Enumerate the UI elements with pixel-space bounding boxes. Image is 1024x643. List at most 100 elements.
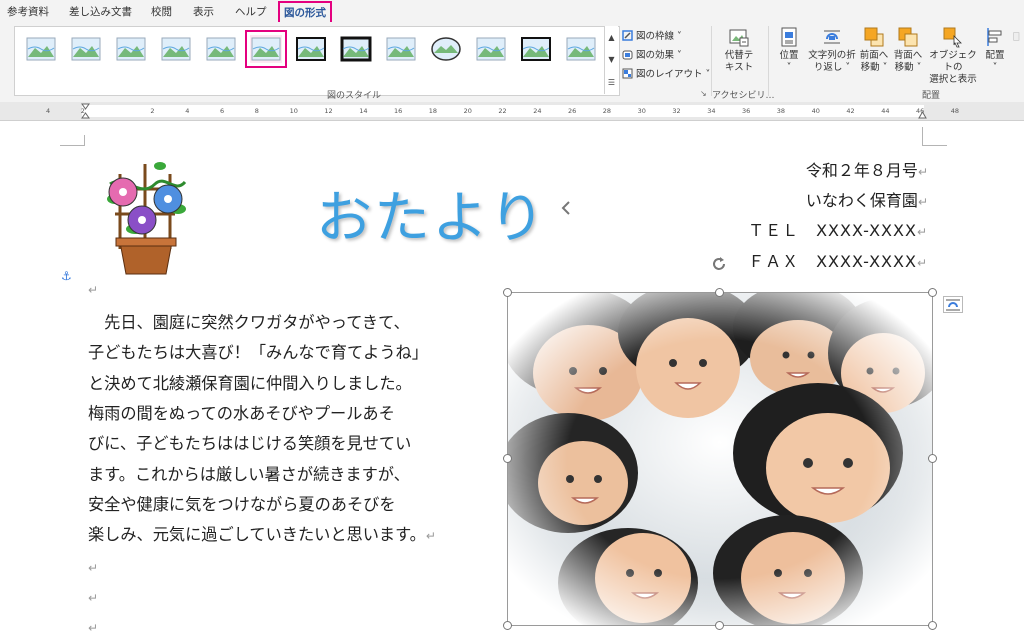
picture-style-thumbnail[interactable] [160,35,192,63]
align-button[interactable]: 配置 ˅ [980,26,1010,74]
gallery-scroll[interactable]: ▲ ▼ ☰ [604,26,618,94]
alt-text-button[interactable]: 代替テ キスト [721,26,757,74]
resize-handle-bottom-right[interactable] [928,621,937,630]
tab-help[interactable]: ヘルプ [235,4,267,19]
picture-style-preview-icon [431,37,461,61]
picture-style-thumbnail[interactable] [70,35,102,63]
body-text-line[interactable]: 安全や健康に気をつけながら夏のあそびを [88,491,396,515]
picture-style-thumbnail[interactable] [115,35,147,63]
ruler-tick-label: 14 [359,107,368,115]
picture-style-thumbnail[interactable] [25,35,57,63]
send-backward-label-1: 背面へ [893,50,923,61]
ruler-tick-label: 28 [602,107,612,115]
body-text-line[interactable]: 梅雨の間をぬっての水あそびやプールあそ [88,400,395,424]
position-caret: ˅ [786,62,792,73]
send-backward-button[interactable]: 背面へ 移動 ˅ [892,26,924,74]
body-text: 子どもたちは大喜び！「みんなで育てようね」 [88,343,428,363]
resize-handle-top-right[interactable] [928,288,937,297]
ruler-tick-label: 44 [881,107,890,115]
tab-mailings[interactable]: 差し込み文書 [69,4,132,19]
picture-style-thumbnail[interactable] [520,35,552,63]
document-page[interactable]: おたより 令和２年８月号↵ いなわく保育園↵ ＴＥＬ XXXX-XXXX↵ ＦＡ… [0,121,1024,643]
rotate-handle-icon[interactable] [710,255,728,273]
body-text-line[interactable]: 子どもたちは大喜び！「みんなで育てようね」 [88,339,428,363]
newsletter-title[interactable]: おたより [316,173,547,254]
textbox-left-arrow-icon [561,201,570,215]
separator [768,26,769,96]
body-text: と決めて北綾瀬保育園に仲間入りしました。 [88,373,412,393]
ruler-tick-label: 2 [150,107,155,115]
picture-style-preview-icon [566,37,596,61]
picture-style-thumbnail[interactable] [430,35,462,63]
picture-style-preview-icon [340,36,372,62]
ruler-tick-label: 24 [533,107,542,115]
picture-effects-button[interactable]: 図の効果 ˅ [622,47,682,61]
tab-review[interactable]: 校閲 [151,4,172,19]
tab-picture-format[interactable]: 図の形式 [278,1,332,25]
resize-handle-top-left[interactable] [503,288,512,297]
picture-style-preview-icon [251,37,281,61]
resize-handle-bottom-left[interactable] [503,621,512,630]
alt-text-label-1: 代替テ [724,50,754,61]
body-text-line[interactable]: と決めて北綾瀬保育園に仲間入りしました。 [88,370,412,394]
anchor-icon: ⚓ [61,269,72,283]
resize-handle-right[interactable] [928,454,937,463]
picture-style-preview-icon [386,37,416,61]
picture-style-preview-icon [71,37,101,61]
header-fax: ＦＡＸ XXXX-XXXX↵ [748,248,928,272]
ruler-tick-label: 4 [185,107,190,115]
indent-marker-icon[interactable] [81,103,90,119]
bring-forward-button[interactable]: 前面へ 移動 ˅ [858,26,890,74]
selected-picture[interactable] [498,283,948,638]
tab-view[interactable]: 表示 [193,4,214,19]
resize-handle-left[interactable] [503,454,512,463]
picture-style-preview-icon [296,37,326,61]
dialog-launcher-icon[interactable]: ↘ [700,89,707,98]
return-mark: ↵ [425,529,436,544]
picture-style-preview-icon [26,37,56,61]
picture-style-thumbnail[interactable] [475,35,507,63]
body-text-line[interactable]: 楽しみ、元気に過ごしていきたいと思います。↵ [88,521,436,545]
right-indent-marker-icon[interactable] [918,110,927,119]
tab-references[interactable]: 参考資料 [7,4,49,19]
resize-handle-bottom[interactable] [715,621,724,630]
group-objects-button[interactable] [1012,26,1024,50]
school-text: いなわく保育園 [805,191,918,210]
tel-text: ＴＥＬ XXXX-XXXX [748,221,917,240]
picture-style-thumbnail[interactable] [245,30,287,68]
picture-border-button[interactable]: 図の枠線 ˅ [622,28,682,42]
position-label: 位置 [779,50,799,61]
picture-style-thumbnail[interactable] [385,35,417,63]
selection-pane-button[interactable]: オブジェクトの 選択と表示 [926,26,980,86]
body-text-line[interactable]: びに、子どもたちははじける笑顔を見せてい [88,430,411,454]
bring-forward-icon [864,27,884,47]
body-text: びに、子どもたちははじける笑顔を見せてい [88,434,412,454]
body-text: 先日、園庭に突然クワガタがやってきて、 [88,313,410,332]
horizontal-ruler[interactable]: 4 2 2 4 6 8 10 12 14 16 18 20 22 24 26 28 30 32 34 36 38 40 42… [0,102,1024,121]
title-text: おたより [316,186,547,251]
header-school: いなわく保育園↵ [806,187,928,211]
gallery-up-icon[interactable]: ▲ [608,33,614,42]
picture-style-thumbnail[interactable] [565,35,597,63]
gallery-more-icon[interactable]: ☰ [608,78,615,87]
send-backward-icon [898,27,918,47]
empty-paragraph: ↵ [88,621,99,635]
morning-glory-illustration[interactable] [100,154,190,276]
picture-layout-label: 図のレイアウト ˅ [636,69,711,80]
bring-forward-label-1: 前面へ [859,50,889,61]
picture-style-thumbnail[interactable] [295,35,327,63]
ruler-tick-label: 26 [568,107,577,115]
bring-forward-label-2: 移動 ˅ [860,62,888,73]
picture-layout-button[interactable]: 図のレイアウト ˅ [622,66,710,80]
ribbon-tab-bar: 参考資料 差し込み文書 校閲 表示 ヘルプ 図の形式 [0,0,1024,25]
body-text-line[interactable]: ます。これからは厳しい暑さが続きますが、 [88,461,410,485]
gallery-down-icon[interactable]: ▼ [608,55,614,64]
position-button[interactable]: 位置 ˅ [774,26,804,74]
resize-handle-top[interactable] [715,288,724,297]
picture-style-thumbnail[interactable] [205,35,237,63]
picture-style-thumbnail[interactable] [340,35,372,63]
wrap-text-button[interactable]: 文字列の折 り返し ˅ [806,26,858,74]
body-text: 安全や健康に気をつけながら夏のあそびを [88,494,396,514]
layout-options-button[interactable] [943,296,963,313]
body-text-line[interactable]: 先日、園庭に突然クワガタがやってきて、 [88,309,410,333]
